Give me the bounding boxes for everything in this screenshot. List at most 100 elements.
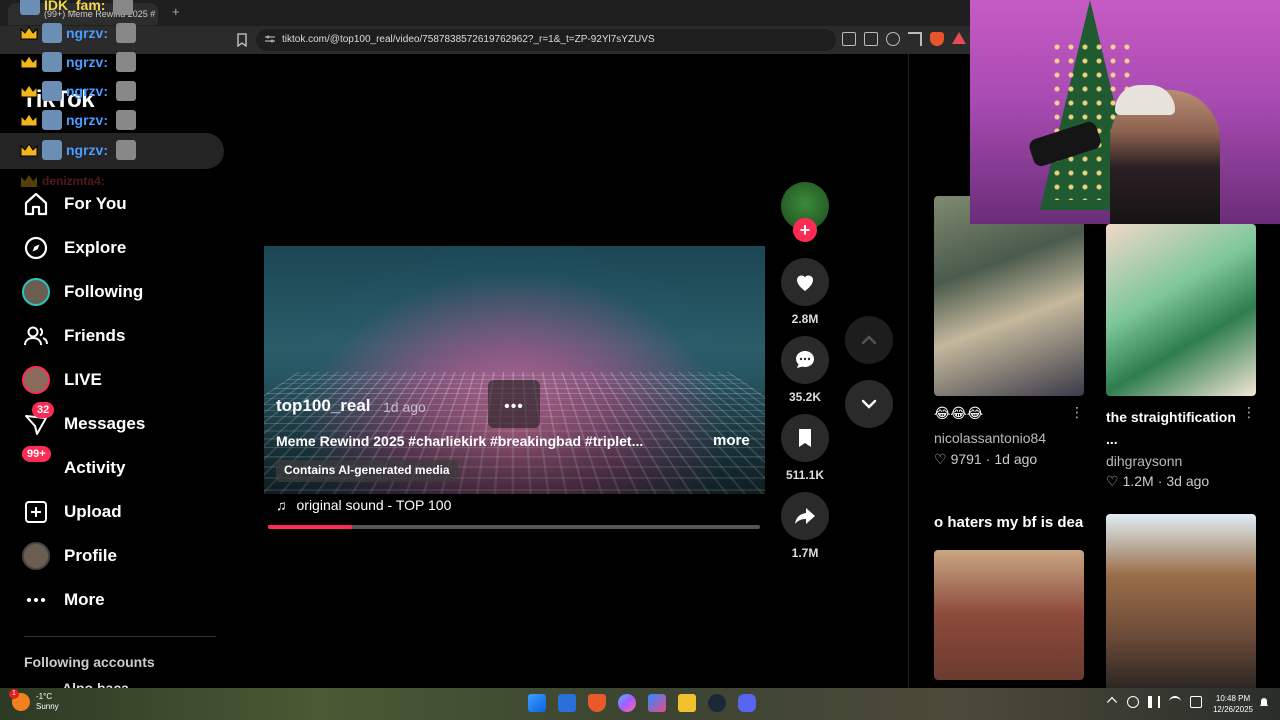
cast-icon[interactable] — [864, 32, 878, 46]
sidebar-item-label: Upload — [64, 502, 122, 522]
like-count: 2.8M — [770, 312, 840, 326]
share-icon[interactable] — [908, 32, 922, 46]
video-options-button[interactable]: ••• — [488, 380, 540, 428]
chat-message: ngrzv: — [20, 109, 136, 131]
card-menu-icon[interactable]: ⋮ — [1242, 404, 1256, 421]
card-username[interactable]: nicolassantonio84 — [934, 430, 1046, 446]
following-avatar — [22, 278, 50, 306]
next-video-button[interactable] — [845, 380, 893, 428]
chat-avatar — [42, 81, 62, 101]
share-count: 1.7M — [770, 546, 840, 560]
video-progress-bar[interactable] — [268, 525, 760, 529]
taskbar-clock[interactable]: 10:48 PM 12/26/2025 — [1208, 693, 1258, 715]
weather-temp: -1°C — [36, 692, 59, 702]
video-time: 1d ago — [383, 399, 426, 415]
url-text: tiktok.com/@top100_real/video/7587838572… — [282, 34, 655, 45]
save-count: 511.1K — [770, 468, 840, 482]
video-sound[interactable]: ♫ original sound - TOP 100 — [276, 497, 451, 513]
like-button[interactable] — [781, 258, 829, 306]
weather-icon: 1 — [12, 693, 30, 711]
activity-icon: 99+ — [22, 454, 50, 482]
sidebar-item-following[interactable]: Following — [22, 274, 222, 310]
chat-username: ngrzv: — [66, 25, 108, 41]
sidebar-item-live[interactable]: LIVE — [22, 362, 222, 398]
system-tray — [1106, 696, 1202, 708]
card-title[interactable]: 😂😂😂 — [934, 405, 1054, 422]
site-settings-icon[interactable] — [264, 33, 276, 45]
video-thumbnail[interactable] — [934, 550, 1084, 680]
video-thumbnail[interactable] — [1106, 224, 1256, 396]
notification-bell-icon[interactable] — [1258, 697, 1270, 709]
task-view-icon[interactable] — [558, 694, 576, 712]
chat-username: ngrzv: — [66, 142, 108, 158]
crown-icon — [20, 143, 38, 157]
brave-shield-icon[interactable] — [930, 32, 944, 46]
chat-avatar — [20, 0, 40, 15]
crown-icon — [20, 113, 38, 127]
reader-icon[interactable] — [842, 32, 856, 46]
card-menu-icon[interactable]: ⋮ — [1070, 404, 1084, 421]
copilot-icon[interactable] — [618, 694, 636, 712]
sidebar-item-profile[interactable]: Profile — [22, 538, 222, 574]
weather-badge: 1 — [9, 689, 19, 699]
weather-widget[interactable]: 1 -1°C Sunny — [12, 692, 59, 712]
video-thumbnail[interactable] — [934, 196, 1084, 396]
sidebar-item-more[interactable]: More — [22, 582, 222, 618]
save-button[interactable] — [781, 414, 829, 462]
sidebar-item-for-you[interactable]: For You — [22, 186, 222, 222]
follow-plus-button[interactable]: + — [793, 218, 817, 242]
rewards-icon[interactable] — [952, 32, 966, 44]
brave-icon[interactable] — [588, 694, 606, 712]
sidebar-item-explore[interactable]: Explore — [22, 230, 222, 266]
chat-emote — [116, 52, 136, 72]
taskbar-apps — [528, 694, 756, 712]
volume-icon[interactable] — [1148, 696, 1160, 708]
live-avatar — [22, 366, 50, 394]
previous-video-button[interactable] — [845, 316, 893, 364]
sidebar-item-messages[interactable]: 32 Messages — [22, 406, 222, 442]
chat-username: ngrzv: — [66, 54, 108, 70]
comment-icon — [793, 348, 817, 372]
weather-text: -1°C Sunny — [36, 692, 59, 712]
chat-username: ngrzv: — [66, 83, 108, 99]
chat-message: IDK_fam: — [20, 0, 133, 16]
description-more-button[interactable]: more — [713, 432, 750, 449]
share-icon — [793, 504, 817, 528]
crown-icon — [20, 26, 38, 40]
video-thumbnail[interactable] — [1106, 514, 1256, 690]
discord-icon[interactable] — [738, 694, 756, 712]
network-icon[interactable] — [1127, 696, 1139, 708]
file-explorer-icon[interactable] — [678, 694, 696, 712]
card-title[interactable]: the straightification ... — [1106, 406, 1238, 450]
zoom-icon[interactable] — [886, 32, 900, 46]
heart-outline-icon: ♡ — [1106, 473, 1119, 490]
heart-outline-icon: ♡ — [934, 451, 947, 468]
bookmark-icon[interactable] — [236, 33, 248, 47]
card-title[interactable]: o haters my bf is dead — [934, 514, 1084, 531]
wifi-icon[interactable] — [1169, 696, 1181, 708]
video-author[interactable]: top100_real — [276, 396, 371, 416]
webcam-overlay — [970, 0, 1280, 224]
new-tab-button[interactable]: + — [172, 4, 180, 19]
url-field[interactable]: tiktok.com/@top100_real/video/7587838572… — [256, 29, 836, 51]
battery-icon[interactable] — [1190, 696, 1202, 708]
sidebar-item-friends[interactable]: Friends — [22, 318, 222, 354]
chat-message: ngrzv: — [20, 22, 136, 44]
sidebar-item-upload[interactable]: Upload — [22, 494, 222, 530]
share-button[interactable] — [781, 492, 829, 540]
steam-icon[interactable] — [708, 694, 726, 712]
video-player[interactable] — [264, 246, 765, 494]
bookmark-icon — [794, 427, 816, 449]
browser-tab-strip: (99+) Meme Rewind 2025 # + — [0, 0, 970, 26]
sidebar-item-label: LIVE — [64, 370, 102, 390]
card-username[interactable]: dihgraysonn — [1106, 453, 1182, 469]
sidebar-item-activity[interactable]: 99+ Activity — [22, 450, 222, 486]
card-sep: · — [1158, 473, 1163, 490]
comment-button[interactable] — [781, 336, 829, 384]
m365-icon[interactable] — [648, 694, 666, 712]
chat-emote — [113, 0, 133, 15]
chat-avatar — [42, 140, 62, 160]
home-icon — [22, 190, 50, 218]
chevron-up-icon[interactable] — [1107, 697, 1117, 707]
start-icon[interactable] — [528, 694, 546, 712]
